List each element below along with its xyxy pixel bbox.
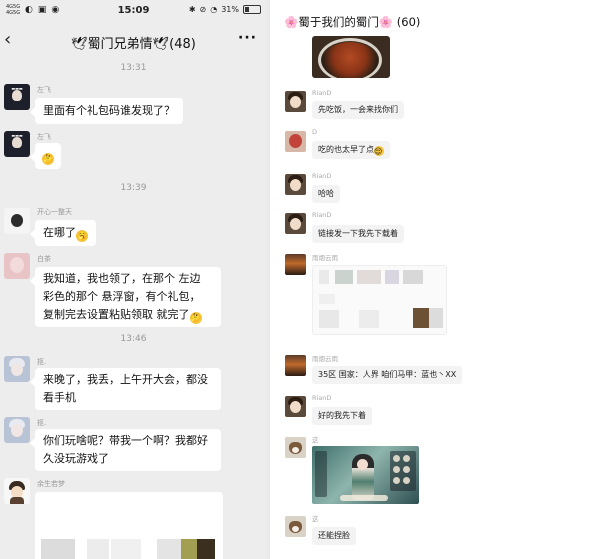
mute-icon: ⊘ (199, 5, 207, 14)
bluetooth-icon: ✱ (188, 5, 196, 14)
avatar[interactable] (285, 174, 306, 195)
message-text: 好的我先下着 (318, 411, 366, 420)
sender-name: 白茶 (37, 255, 51, 263)
sender-name: RianD (312, 89, 332, 97)
avatar[interactable] (285, 213, 306, 234)
message-text: 先吃饭，一会来找你们 (318, 105, 398, 114)
message-text: 还能捏脸 (318, 531, 350, 540)
avatar[interactable] (285, 131, 306, 152)
chat-title: 🕊蜀门兄弟情🕊(48) (71, 37, 196, 52)
message-bubble[interactable]: 里面有个礼包码谁发现了？ (30, 98, 183, 124)
blurred-block (181, 539, 197, 559)
message-text: 吃的也太早了点 (318, 145, 374, 154)
avatar[interactable] (4, 208, 30, 234)
message-line: 看手机 (43, 391, 76, 404)
avatar[interactable] (4, 356, 30, 382)
message-bubble[interactable]: 35区 国家：人界 咱们马甲：蓝也丶XX (312, 366, 463, 384)
avatar[interactable] (285, 355, 306, 376)
shared-food-image[interactable] (312, 36, 390, 78)
message-bubble[interactable]: 先吃饭，一会来找你们 (312, 101, 404, 119)
message-bubble[interactable]: 链接发一下我先下载着 (312, 225, 404, 243)
sender-name: 雨烟云雨 (312, 254, 338, 262)
message-bubble[interactable]: 你们玩啥呢？带我一个啊？我都好 久没玩游戏了 (30, 429, 221, 471)
chevron-left-icon: ‹ (4, 29, 12, 50)
message-bubble[interactable]: 好的我先下着 (312, 407, 372, 425)
thinking-emoji: 🤔 (42, 153, 54, 165)
message-text: 里面有个礼包码谁发现了？ (43, 104, 175, 117)
sender-name: RianD (312, 172, 332, 180)
battery-fill (245, 7, 249, 12)
avatar[interactable] (285, 91, 306, 112)
message-line: 我知道，我也领了，在那个 左边 (43, 272, 201, 285)
message-line: 来晚了，我丢，上午开大会，都没 (43, 373, 208, 386)
blurred-block (111, 539, 141, 559)
message-bubble[interactable]: 还能捏脸 (312, 527, 356, 545)
message-bubble[interactable]: 我知道，我也领了，在那个 左边 彩色的那个 悬浮窗，有个礼包， 复制完去设置粘贴… (30, 267, 221, 327)
sender-name: 左飞 (37, 133, 51, 141)
blurred-link-card[interactable] (312, 265, 447, 335)
status-right: ✱ ⊘ ◔ 31% (189, 5, 261, 14)
sender-name: 抠. (37, 358, 47, 366)
sender-name: 余生若梦 (37, 480, 65, 488)
group-title: 🌸蜀于我们的蜀门🌸 (60) (284, 15, 421, 29)
chat-header: ‹ 🕊蜀门兄弟情🕊(48) ··· (0, 22, 267, 60)
thinking-emoji: 🤔 (189, 312, 202, 324)
message-line-with-emoji: 复制完去设置粘贴领取 就完了🤔 (43, 308, 202, 324)
sender-name: 抠. (37, 419, 47, 427)
sender-name: RianD (312, 394, 332, 402)
status-bar: 4G5G 4G5G ◐ ▣ ◉ 15:09 ✱ ⊘ ◔ 31% (0, 0, 267, 22)
message-bubble[interactable]: 在哪了🥱 (30, 220, 96, 246)
ellipsis-icon: ··· (238, 30, 257, 46)
more-options-button[interactable]: ··· (238, 30, 257, 46)
sender-name: 这 (312, 515, 319, 523)
avatar[interactable] (285, 437, 306, 458)
message-bubble[interactable]: 哈哈 (312, 185, 340, 203)
message-text: 在哪了 (43, 226, 76, 239)
message-line: 你们玩啥呢？带我一个啊？我都好 (43, 434, 208, 447)
avatar[interactable] (4, 417, 30, 443)
sender-name: 这 (312, 436, 319, 444)
avatar[interactable]: ▬▬▬ (4, 84, 30, 110)
blurred-block (41, 539, 75, 559)
avatar[interactable] (4, 253, 30, 279)
timestamp: 13:46 (120, 334, 147, 344)
message-bubble[interactable]: 吃的也太早了点😌 (312, 141, 390, 159)
back-button[interactable]: ‹ (4, 29, 24, 51)
avatar[interactable] (285, 396, 306, 417)
sender-name: D (312, 128, 318, 136)
sender-name: 雨烟云雨 (312, 355, 338, 363)
message-line: 久没玩游戏了 (43, 452, 109, 465)
message-text: 哈哈 (318, 189, 334, 198)
relieved-emoji: 😌 (374, 146, 384, 156)
avatar[interactable] (285, 254, 306, 275)
message-bubble[interactable]: 🤔 (30, 143, 61, 169)
sender-name: 开心一整天 (37, 208, 72, 216)
message-text: 35区 国家：人界 咱们马甲：蓝也丶XX (318, 370, 457, 379)
blurred-block (197, 539, 215, 559)
battery-text: 31% (221, 5, 239, 14)
timestamp: 13:31 (120, 63, 147, 73)
desktop-chat-panel: 🌸蜀于我们的蜀门🌸 (60) RianD 先吃饭，一会来找你们 D 吃的也太早了… (270, 0, 597, 559)
blurred-block (87, 539, 109, 559)
avatar[interactable] (285, 516, 306, 537)
avatar[interactable]: ▬▬▬ (4, 131, 30, 157)
yawn-emoji: 🥱 (76, 230, 88, 242)
game-screenshot-image[interactable] (312, 446, 419, 504)
sender-name: RianD (312, 211, 332, 219)
message-line: 彩色的那个 悬浮窗，有个礼包， (43, 290, 201, 303)
message-bubble[interactable]: 来晚了，我丢，上午开大会，都没 看手机 (30, 368, 221, 410)
timestamp: 13:39 (120, 183, 147, 193)
message-text: 链接发一下我先下载着 (318, 229, 398, 238)
blurred-block (157, 539, 183, 559)
sender-name: 左飞 (37, 86, 51, 94)
battery-icon (243, 5, 261, 14)
wifi-icon: ◔ (210, 5, 218, 14)
mobile-chat-panel: 4G5G 4G5G ◐ ▣ ◉ 15:09 ✱ ⊘ ◔ 31% ‹ 🕊蜀门兄弟情🕊… (0, 0, 267, 559)
blurred-shared-card[interactable] (35, 492, 223, 559)
avatar[interactable] (4, 478, 30, 504)
